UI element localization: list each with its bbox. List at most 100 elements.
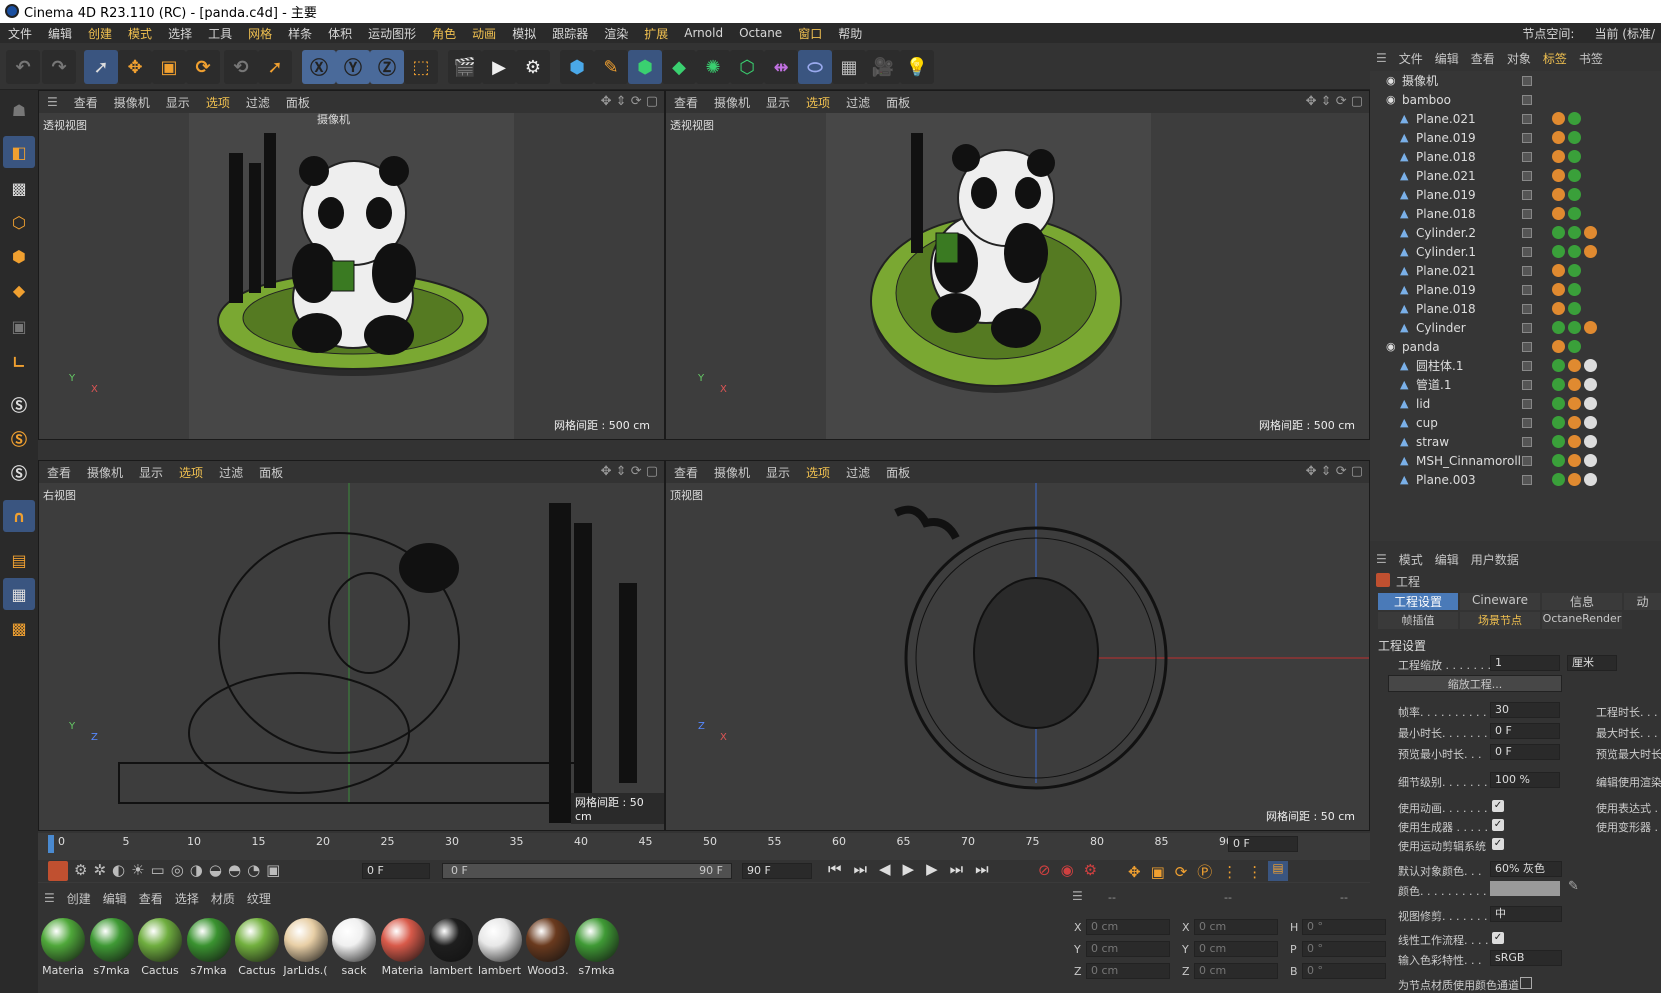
color-swatch[interactable] xyxy=(1490,881,1560,896)
material-tag-icon[interactable] xyxy=(1568,283,1581,296)
recent-tool-icon[interactable]: ⟲ xyxy=(224,50,258,84)
material-swatch[interactable]: Cactus xyxy=(234,918,280,980)
edges-mode-icon[interactable]: ⬢ xyxy=(3,240,35,272)
lod-field[interactable]: 100 % xyxy=(1490,772,1560,788)
vp-menu-view[interactable]: 查看 xyxy=(39,464,79,481)
vp-menu-panel[interactable]: 面板 xyxy=(278,94,318,111)
light-icon[interactable]: 💡 xyxy=(900,50,934,84)
visibility-toggle-icon[interactable] xyxy=(1522,265,1532,276)
menu-item-1[interactable]: 编辑 xyxy=(40,25,80,42)
material-tag-icon[interactable] xyxy=(1552,378,1565,391)
material-tag-icon[interactable] xyxy=(1568,112,1581,125)
vp-menu-options[interactable]: 选项 xyxy=(171,464,211,481)
floor-icon[interactable]: ▦ xyxy=(832,50,866,84)
texture-mode-icon[interactable]: ▩ xyxy=(3,172,35,204)
mat-menu-edit[interactable]: 编辑 xyxy=(97,890,133,907)
material-swatch[interactable]: Cactus xyxy=(137,918,183,980)
vp-menu-filter[interactable]: 过滤 xyxy=(838,464,878,481)
object-row[interactable]: ◉ 摄像机 xyxy=(1370,71,1661,90)
workplane-icon[interactable]: ▤ xyxy=(3,544,35,576)
vp-menu-options[interactable]: 选项 xyxy=(798,464,838,481)
visibility-toggle-icon[interactable] xyxy=(1522,436,1532,447)
material-tag-icon[interactable] xyxy=(1568,131,1581,144)
object-row[interactable]: ▲ Plane.018 xyxy=(1370,147,1661,166)
coord-value-field[interactable]: 0 ° xyxy=(1302,963,1386,979)
object-name[interactable]: 摄像机 xyxy=(1402,72,1438,89)
workplane-settings-icon[interactable]: ▩ xyxy=(3,612,35,644)
object-name[interactable]: lid xyxy=(1416,397,1430,411)
vp-menu-view[interactable]: 查看 xyxy=(666,94,706,111)
menu-item-13[interactable]: 跟踪器 xyxy=(544,25,596,42)
playhead[interactable] xyxy=(48,835,54,853)
material-tag-icon[interactable] xyxy=(1568,207,1581,220)
material-swatch[interactable]: Materia xyxy=(40,918,86,980)
material-swatch[interactable]: s7mka xyxy=(186,918,232,980)
playback-controls[interactable]: ⏮⏭◀▶▶⏭⏭ xyxy=(828,860,1001,878)
menu-item-10[interactable]: 角色 xyxy=(424,25,464,42)
material-tag-icon[interactable] xyxy=(1568,150,1581,163)
attr-menu-mode[interactable]: 模式 xyxy=(1393,551,1429,568)
vp-menu-filter[interactable]: 过滤 xyxy=(238,94,278,111)
keyframe-record-icons[interactable]: ⊘◉⚙ xyxy=(1038,861,1107,879)
material-swatch[interactable]: lambert xyxy=(477,918,523,980)
material-tag-icon[interactable] xyxy=(1552,207,1565,220)
cloner-icon[interactable]: ✺ xyxy=(696,50,730,84)
om-menu-object[interactable]: 对象 xyxy=(1501,50,1537,67)
object-row[interactable]: ▲ Cylinder xyxy=(1370,318,1661,337)
material-tag-icon[interactable] xyxy=(1552,112,1565,125)
make-editable-icon[interactable]: ☗ xyxy=(3,94,35,126)
mat-menu-select[interactable]: 选择 xyxy=(169,890,205,907)
uv-mode-icon[interactable]: ▣ xyxy=(3,310,35,342)
material-tag-icon[interactable] xyxy=(1552,226,1565,239)
visibility-toggle-icon[interactable] xyxy=(1522,455,1532,466)
vp-menu-display[interactable]: 显示 xyxy=(158,94,198,111)
om-menu-bookmark[interactable]: 书签 xyxy=(1573,50,1609,67)
object-name[interactable]: Cylinder xyxy=(1416,321,1466,335)
object-name[interactable]: 管道.1 xyxy=(1416,376,1451,393)
material-tag-icon[interactable] xyxy=(1568,454,1581,467)
visibility-toggle-icon[interactable] xyxy=(1522,360,1532,371)
menu-item-19[interactable]: 帮助 xyxy=(830,25,870,42)
visibility-toggle-icon[interactable] xyxy=(1522,170,1532,181)
object-name[interactable]: bamboo xyxy=(1402,93,1451,107)
menu-item-17[interactable]: Octane xyxy=(731,26,790,40)
fps-field[interactable]: 30 xyxy=(1490,702,1560,718)
coordinate-system-icon[interactable]: ⬚ xyxy=(404,50,438,84)
use-animation-checkbox[interactable]: ✓ xyxy=(1492,800,1504,812)
om-menu-edit[interactable]: 编辑 xyxy=(1429,50,1465,67)
vp-menu-options[interactable]: 选项 xyxy=(798,94,838,111)
material-tag-icon[interactable] xyxy=(1584,226,1597,239)
visibility-toggle-icon[interactable] xyxy=(1522,132,1532,143)
linear-workflow-checkbox[interactable]: ✓ xyxy=(1492,932,1504,944)
om-menu-view[interactable]: 查看 xyxy=(1465,50,1501,67)
visibility-toggle-icon[interactable] xyxy=(1522,417,1532,428)
om-menu-file[interactable]: 文件 xyxy=(1393,50,1429,67)
mograph-icon[interactable]: ⬡ xyxy=(730,50,764,84)
material-tag-icon[interactable] xyxy=(1568,169,1581,182)
material-tag-icon[interactable] xyxy=(1568,397,1581,410)
menu-item-9[interactable]: 运动图形 xyxy=(360,25,424,42)
render-picture-viewer-icon[interactable]: ▶ xyxy=(482,50,516,84)
vp-menu-camera[interactable]: 摄像机 xyxy=(79,464,131,481)
polygons-mode-icon[interactable]: ◆ xyxy=(3,274,35,306)
vp-menu-view[interactable]: 查看 xyxy=(66,94,106,111)
menu-item-0[interactable]: 文件 xyxy=(0,25,40,42)
material-swatch[interactable]: Wood3. xyxy=(525,918,571,980)
redo-icon[interactable]: ↷ xyxy=(42,50,76,84)
render-view-icon[interactable]: 🎬 xyxy=(448,50,482,84)
material-swatch[interactable]: lambert xyxy=(428,918,474,980)
timeline-ruler[interactable]: 0 5 10 15 20 25 30 35 40 45 50 55 60 65 70 75 80 85 90 xyxy=(48,833,1233,855)
visibility-toggle-icon[interactable] xyxy=(1522,151,1532,162)
tab-project-settings[interactable]: 工程设置 xyxy=(1378,593,1458,610)
material-tag-icon[interactable] xyxy=(1552,302,1565,315)
z-axis-icon[interactable]: Ⓩ xyxy=(370,50,404,84)
vp-menu-camera[interactable]: 摄像机 xyxy=(706,94,758,111)
tab-octanerender[interactable]: OctaneRender xyxy=(1542,612,1622,629)
object-row[interactable]: ▲ Plane.021 xyxy=(1370,166,1661,185)
tab-animation[interactable]: 动 xyxy=(1624,593,1661,610)
object-name[interactable]: 圆柱体.1 xyxy=(1416,357,1463,374)
menu-item-14[interactable]: 渲染 xyxy=(596,25,636,42)
axis-mode-icon[interactable]: ∟ xyxy=(3,346,35,378)
material-tag-icon[interactable] xyxy=(1552,397,1565,410)
visibility-toggle-icon[interactable] xyxy=(1522,94,1532,105)
